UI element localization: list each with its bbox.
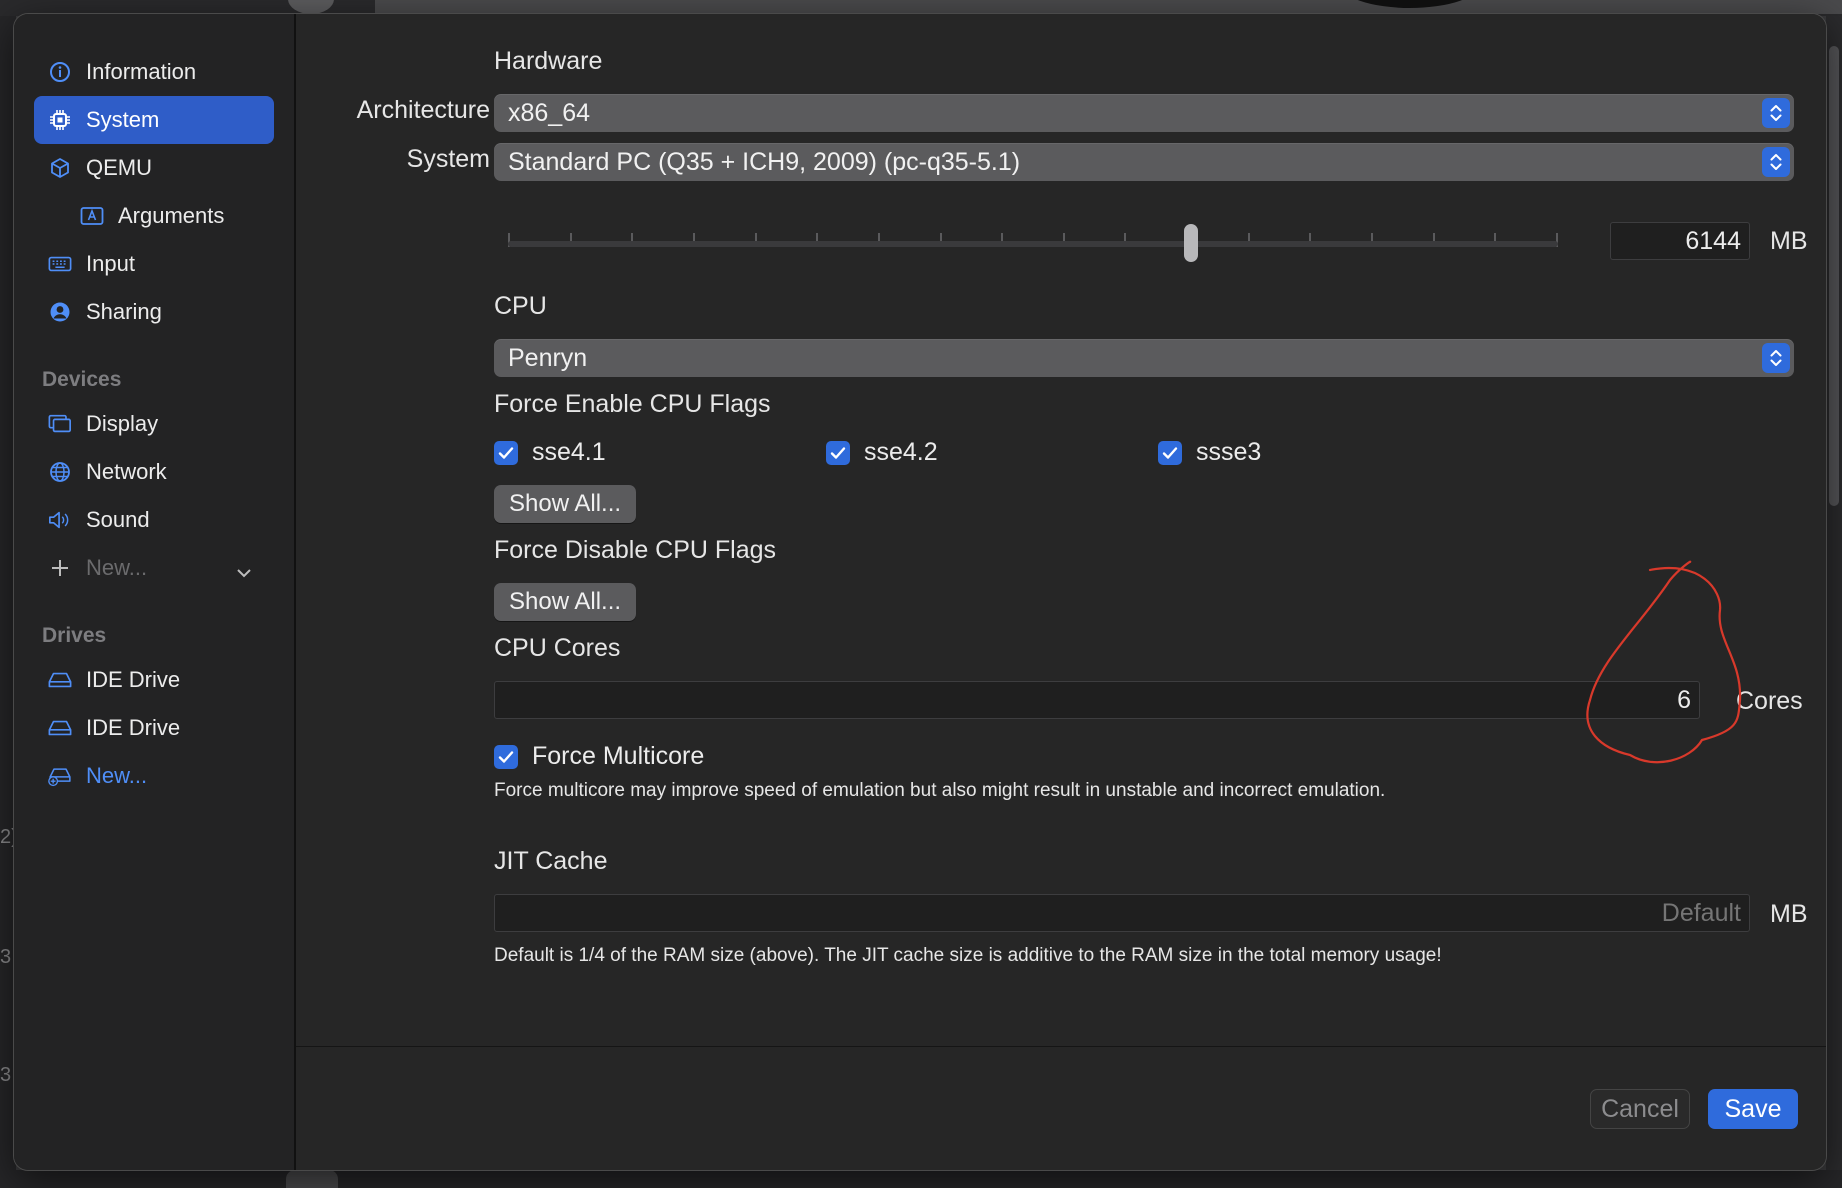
drive-icon: [48, 716, 72, 740]
system-label: System: [406, 145, 490, 173]
sidebar-item-label: QEMU: [86, 155, 152, 180]
sidebar-item-label: Information: [86, 59, 197, 84]
sidebar-item-label: System: [86, 107, 160, 132]
flag-label: ssse3: [1196, 438, 1262, 466]
memory-field[interactable]: 6144: [1610, 222, 1750, 260]
checkmark-icon: [494, 744, 518, 769]
memory-slider-thumb[interactable]: [1184, 224, 1198, 262]
checkmark-icon: [494, 440, 518, 465]
sidebar-item-information[interactable]: Information: [34, 48, 274, 96]
cpu-cores-title: CPU Cores: [494, 634, 621, 662]
cancel-button[interactable]: Cancel: [1590, 1089, 1690, 1129]
show-all-disable-button[interactable]: Show All...: [494, 583, 637, 621]
drive-icon: [48, 668, 72, 692]
save-button[interactable]: Save: [1708, 1089, 1798, 1129]
new-drive-button[interactable]: New...: [34, 752, 274, 800]
sidebar-item-label: IDE Drive: [86, 667, 181, 692]
sidebar-item-input[interactable]: Input: [34, 240, 274, 288]
cpu-title: CPU: [494, 292, 547, 320]
speaker-icon: [48, 508, 72, 532]
sidebar-item-sharing[interactable]: Sharing: [34, 288, 274, 336]
text-box-icon: [80, 204, 104, 228]
plus-icon: [48, 556, 72, 580]
devices-header: Devices: [42, 368, 122, 391]
sidebar-item-ide-drive-1[interactable]: IDE Drive: [34, 656, 274, 704]
chip-icon: [48, 108, 72, 132]
sidebar-item-label: Arguments: [118, 203, 225, 228]
system-value: Standard PC (Q35 + ICH9, 2009) (pc-q35-5…: [508, 147, 1021, 176]
footer-divider: [296, 1046, 1826, 1047]
sidebar-item-qemu[interactable]: QEMU: [34, 144, 274, 192]
show-all-enable-button[interactable]: Show All...: [494, 485, 637, 523]
flag-label: sse4.2: [864, 438, 938, 466]
display-icon: [48, 412, 72, 436]
sidebar-item-label: Sound: [86, 507, 150, 532]
backdrop-bottom: [0, 1170, 1842, 1188]
drive-plus-icon: [48, 764, 72, 788]
backdrop-fragment: 3: [0, 1064, 12, 1086]
info-icon: [48, 60, 72, 84]
scrollbar-thumb[interactable]: [1829, 46, 1839, 506]
flag-sse42-checkbox[interactable]: sse4.2: [826, 438, 938, 467]
main-panel: Hardware Architecture x86_64 System Stan…: [296, 14, 1826, 1170]
sidebar-item-arguments[interactable]: Arguments: [66, 192, 274, 240]
backdrop-fragment: 3: [0, 946, 12, 968]
backdrop-strip: [375, 0, 1842, 14]
force-enable-title: Force Enable CPU Flags: [494, 390, 771, 418]
new-device-menu[interactable]: New...: [34, 544, 274, 592]
person-circle-icon: [48, 300, 72, 324]
chevron-down-icon: [236, 558, 252, 584]
force-multicore-checkbox[interactable]: Force Multicore: [494, 742, 704, 771]
sidebar-item-label: Input: [86, 251, 135, 276]
architecture-value: x86_64: [508, 98, 591, 127]
jit-cache-help: Default is 1/4 of the RAM size (above). …: [494, 945, 1442, 966]
memory-slider-track: [508, 241, 1558, 247]
new-device-label: New...: [86, 555, 148, 580]
updown-chevron-icon: [1762, 343, 1790, 373]
jit-cache-field[interactable]: [494, 894, 1750, 932]
sidebar-item-label: Display: [86, 411, 159, 436]
flag-label: sse4.1: [532, 438, 606, 466]
sidebar-item-ide-drive-2[interactable]: IDE Drive: [34, 704, 274, 752]
drives-header: Drives: [42, 624, 107, 647]
jit-cache-unit: MB: [1770, 900, 1808, 928]
settings-window: Information System QEMU Arguments Input: [14, 14, 1826, 1170]
hardware-title: Hardware: [494, 47, 603, 75]
checkmark-icon: [1158, 440, 1182, 465]
cpu-model-select[interactable]: Penryn: [494, 339, 1794, 377]
sidebar-item-label: Network: [86, 459, 167, 484]
force-multicore-label: Force Multicore: [532, 742, 705, 770]
globe-icon: [48, 460, 72, 484]
system-select[interactable]: Standard PC (Q35 + ICH9, 2009) (pc-q35-5…: [494, 143, 1794, 181]
sidebar-item-sound[interactable]: Sound: [34, 496, 274, 544]
sidebar-item-system[interactable]: System: [34, 96, 274, 144]
architecture-select[interactable]: x86_64: [494, 94, 1794, 132]
memory-slider[interactable]: [508, 224, 1558, 264]
memory-unit: MB: [1770, 227, 1808, 255]
cube-icon: [48, 156, 72, 180]
flag-ssse3-checkbox[interactable]: ssse3: [1158, 438, 1261, 467]
architecture-label: Architecture: [356, 96, 490, 124]
sidebar-item-display[interactable]: Display: [34, 400, 274, 448]
scrollbar[interactable]: [1826, 16, 1842, 1170]
new-drive-label: New...: [86, 763, 148, 788]
keyboard-icon: [48, 252, 72, 276]
backdrop-play-button: [286, 1170, 338, 1188]
cpu-model-value: Penryn: [508, 343, 588, 372]
sidebar-item-network[interactable]: Network: [34, 448, 274, 496]
jit-cache-title: JIT Cache: [494, 847, 608, 875]
updown-chevron-icon: [1762, 147, 1790, 177]
force-disable-title: Force Disable CPU Flags: [494, 536, 777, 564]
sidebar-item-label: IDE Drive: [86, 715, 181, 740]
flag-sse41-checkbox[interactable]: sse4.1: [494, 438, 606, 467]
checkmark-icon: [826, 440, 850, 465]
cpu-cores-field[interactable]: 6: [494, 681, 1700, 719]
updown-chevron-icon: [1762, 98, 1790, 128]
force-multicore-help: Force multicore may improve speed of emu…: [494, 780, 1386, 801]
sidebar-item-label: Sharing: [86, 299, 162, 324]
cpu-cores-unit: Cores: [1736, 687, 1803, 715]
sidebar: Information System QEMU Arguments Input: [14, 14, 296, 1170]
